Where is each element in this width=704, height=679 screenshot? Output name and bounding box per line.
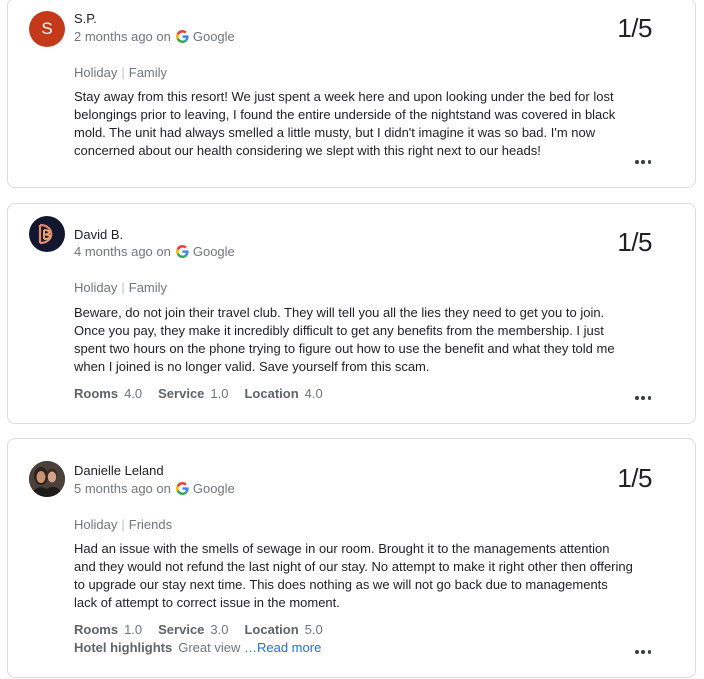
review-meta: 5 months ago on Google: [74, 481, 235, 496]
tag-separator: |: [121, 517, 125, 532]
score-value-service: 1.0: [210, 386, 229, 401]
hotel-highlights: Hotel highlights Great view …Read more: [74, 640, 321, 655]
score-label-location: Location: [244, 622, 299, 637]
review-time: 5 months ago on: [74, 481, 171, 496]
google-icon: [175, 482, 189, 495]
review-text: Beware, do not join their travel club. T…: [74, 305, 615, 374]
score-label-service: Service: [158, 386, 205, 401]
score-value-rooms: 4.0: [124, 386, 143, 401]
score-value-location: 4.0: [304, 386, 323, 401]
category-scores: Rooms 1.0 Service 3.0 Location 5.0: [74, 622, 339, 637]
category-scores: Rooms 4.0 Service 1.0 Location 4.0: [74, 386, 339, 401]
read-more-link[interactable]: …Read more: [244, 640, 321, 655]
avatar[interactable]: [29, 216, 65, 252]
couple-photo-icon: [29, 461, 65, 497]
highlights-label: Hotel highlights: [74, 640, 173, 655]
db-logo-icon: [38, 223, 53, 245]
review-time: 4 months ago on: [74, 244, 171, 259]
avatar-letter: S: [41, 19, 53, 38]
more-options-icon[interactable]: [635, 159, 651, 165]
review-time: 2 months ago on: [74, 29, 171, 44]
avatar[interactable]: S: [29, 11, 65, 47]
more-options-icon[interactable]: [635, 395, 651, 401]
google-icon: [175, 30, 189, 43]
highlights-value: Great view: [178, 640, 241, 655]
review-source: Google: [192, 29, 235, 44]
travel-group: Family: [128, 65, 168, 80]
score-value-rooms: 1.0: [124, 622, 143, 637]
review-rating: 1/5: [617, 463, 652, 493]
tag-separator: |: [121, 280, 125, 295]
trip-tags: Holiday | Friends: [74, 517, 172, 532]
trip-type: Holiday: [74, 280, 118, 295]
travel-group: Family: [128, 280, 168, 295]
review-card: S S.P. 2 months ago on Google 1/5 Holida…: [7, 0, 696, 188]
review-card: Danielle Leland 5 months ago on Google 1…: [7, 438, 696, 678]
review-card: David B. 4 months ago on Google 1/5 Holi…: [7, 203, 696, 424]
review-meta: 4 months ago on Google: [74, 244, 235, 259]
avatar[interactable]: [29, 461, 65, 497]
travel-group: Friends: [128, 517, 173, 532]
tag-separator: |: [121, 65, 125, 80]
review-rating: 1/5: [617, 13, 652, 43]
review-meta: 2 months ago on Google: [74, 29, 235, 44]
google-icon: [175, 245, 189, 258]
trip-tags: Holiday | Family: [74, 280, 167, 295]
review-source: Google: [192, 244, 235, 259]
score-label-service: Service: [158, 622, 205, 637]
score-label-rooms: Rooms: [74, 386, 119, 401]
trip-type: Holiday: [74, 517, 118, 532]
score-label-rooms: Rooms: [74, 622, 119, 637]
score-value-location: 5.0: [304, 622, 323, 637]
review-text: Stay away from this resort! We just spen…: [74, 89, 616, 158]
more-options-icon[interactable]: [635, 649, 651, 655]
trip-tags: Holiday | Family: [74, 65, 167, 80]
reviewer-name[interactable]: Danielle Leland: [74, 463, 164, 478]
reviewer-name[interactable]: S.P.: [74, 11, 97, 26]
score-label-location: Location: [244, 386, 299, 401]
reviewer-name[interactable]: David B.: [74, 227, 123, 242]
review-source: Google: [192, 481, 235, 496]
review-rating: 1/5: [617, 227, 652, 257]
score-value-service: 3.0: [210, 622, 229, 637]
review-text: Had an issue with the smells of sewage i…: [74, 541, 633, 610]
trip-type: Holiday: [74, 65, 118, 80]
